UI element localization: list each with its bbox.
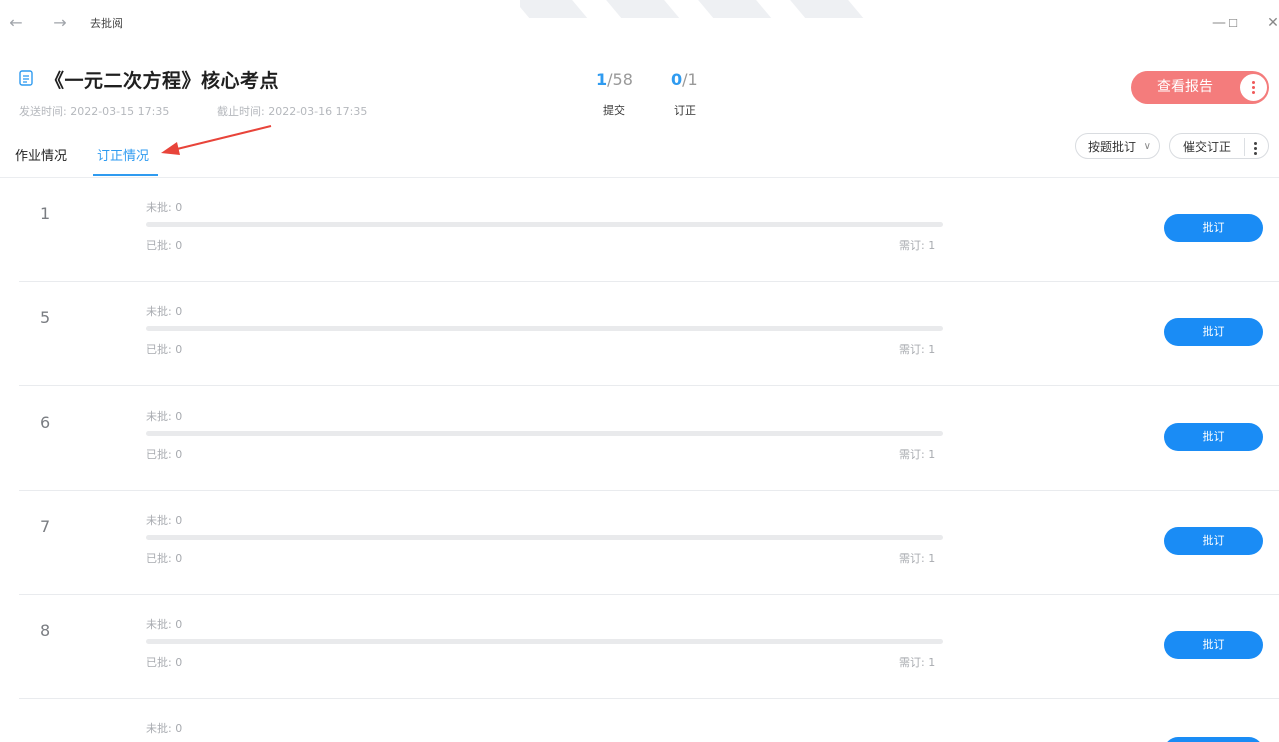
need-correction-count: 需订: 1 xyxy=(899,552,936,565)
reviewed-count: 已批: 0 xyxy=(146,448,183,461)
send-time-value: 2022-03-15 17:35 xyxy=(70,105,170,118)
question-row: 未批: 0 批订 xyxy=(19,699,1279,742)
annotation-arrow-icon xyxy=(161,125,272,155)
correct-done: 0 xyxy=(671,70,683,89)
question-row: 5 未批: 0 已批: 0 需订: 1 批订 xyxy=(19,282,1279,386)
question-number: 6 xyxy=(40,413,51,432)
progress-bar xyxy=(146,326,943,331)
sort-by-question-label: 按题批订 xyxy=(1088,140,1137,154)
maximize-icon: ☐ xyxy=(1228,17,1238,30)
unreviewed-count: 未批: 0 xyxy=(146,201,183,214)
grade-button[interactable]: 批订 xyxy=(1164,737,1263,742)
send-time-label: 发送时间: xyxy=(19,105,67,118)
close-button[interactable]: ✕ xyxy=(1262,12,1279,34)
unreviewed-count: 未批: 0 xyxy=(146,410,183,423)
window-title: 去批阅 xyxy=(90,17,123,30)
unreviewed-count: 未批: 0 xyxy=(146,305,183,318)
need-correction-count: 需订: 1 xyxy=(899,343,936,356)
decorative-stripes xyxy=(520,0,900,18)
more-options-icon[interactable] xyxy=(1240,74,1267,101)
maximize-button[interactable]: ☐ xyxy=(1222,12,1244,34)
row-divider xyxy=(19,385,1279,386)
chevron-down-icon: ∨ xyxy=(1143,141,1151,152)
sort-by-question-dropdown[interactable]: 按题批订 ∨ xyxy=(1075,133,1160,159)
unreviewed-count: 未批: 0 xyxy=(146,722,183,735)
question-number: 1 xyxy=(40,204,51,223)
grade-button[interactable]: 批订 xyxy=(1164,527,1263,555)
question-row: 8 未批: 0 已批: 0 需订: 1 批订 xyxy=(19,595,1279,699)
progress-bar xyxy=(146,639,943,644)
active-tab-indicator xyxy=(93,174,158,176)
divider xyxy=(1244,138,1245,156)
deadline-time: 截止时间: 2022-03-16 17:35 xyxy=(217,103,367,119)
submit-done: 1 xyxy=(596,70,608,89)
grade-button[interactable]: 批订 xyxy=(1164,631,1263,659)
need-correction-count: 需订: 1 xyxy=(899,239,936,252)
question-row: 1 未批: 0 已批: 0 需订: 1 批订 xyxy=(19,178,1279,282)
view-report-label: 查看报告 xyxy=(1157,79,1213,95)
deadline-value: 2022-03-16 17:35 xyxy=(268,105,368,118)
correct-count: 0/1 xyxy=(671,70,698,89)
progress-bar xyxy=(146,222,943,227)
back-arrow-icon[interactable]: ← xyxy=(5,12,27,34)
view-report-button[interactable]: 查看报告 xyxy=(1131,71,1269,104)
reviewed-count: 已批: 0 xyxy=(146,239,183,252)
grade-button[interactable]: 批订 xyxy=(1164,423,1263,451)
submit-total: /58 xyxy=(607,70,633,89)
need-correction-count: 需订: 1 xyxy=(899,656,936,669)
question-number: 5 xyxy=(40,308,51,327)
reviewed-count: 已批: 0 xyxy=(146,552,183,565)
submit-count: 1/58 xyxy=(596,70,633,89)
document-icon xyxy=(19,70,33,86)
unreviewed-count: 未批: 0 xyxy=(146,514,183,527)
unreviewed-count: 未批: 0 xyxy=(146,618,183,631)
question-number: 7 xyxy=(40,517,51,536)
need-correction-count: 需订: 1 xyxy=(899,448,936,461)
grade-button[interactable]: 批订 xyxy=(1164,214,1263,242)
progress-bar xyxy=(146,431,943,436)
forward-arrow-icon[interactable]: → xyxy=(49,12,71,34)
correct-total: /1 xyxy=(682,70,698,89)
deadline-label: 截止时间: xyxy=(217,105,265,118)
question-number: 8 xyxy=(40,621,51,640)
urge-correction-button[interactable]: 催交订正 xyxy=(1169,133,1269,159)
progress-bar xyxy=(146,535,943,540)
question-row: 7 未批: 0 已批: 0 需订: 1 批订 xyxy=(19,491,1279,595)
send-time: 发送时间: 2022-03-15 17:35 xyxy=(19,103,169,119)
correct-label: 订正 xyxy=(674,104,696,117)
tab-homework-status[interactable]: 作业情况 xyxy=(15,145,67,164)
grade-button[interactable]: 批订 xyxy=(1164,318,1263,346)
reviewed-count: 已批: 0 xyxy=(146,343,183,356)
homework-title: 《一元二次方程》核心考点 xyxy=(45,70,280,92)
submit-label: 提交 xyxy=(603,104,625,117)
tab-correction-status[interactable]: 订正情况 xyxy=(97,145,149,164)
title-bar: ← → 去批阅 — ☐ ✕ xyxy=(0,0,1279,46)
question-row: 6 未批: 0 已批: 0 需订: 1 批订 xyxy=(19,387,1279,491)
reviewed-count: 已批: 0 xyxy=(146,656,183,669)
more-vertical-icon[interactable] xyxy=(1254,140,1258,156)
urge-correction-label: 催交订正 xyxy=(1183,140,1232,154)
